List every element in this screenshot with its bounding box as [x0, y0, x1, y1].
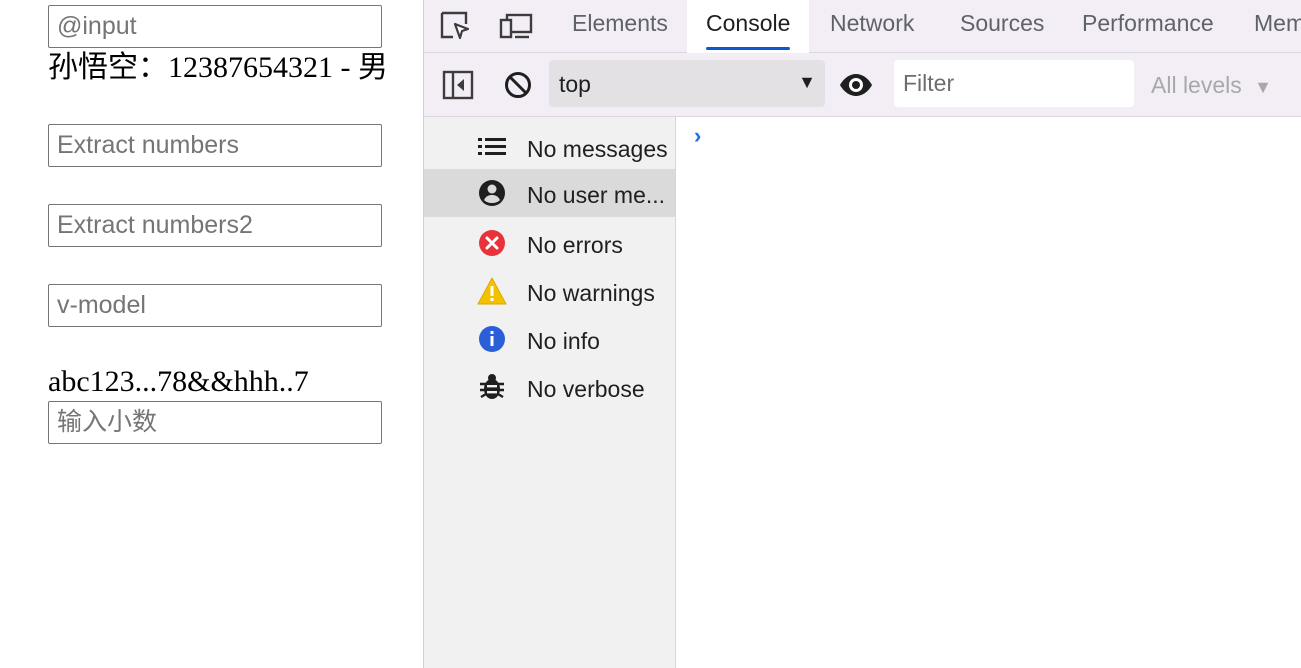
tab-network[interactable]: Network [830, 0, 914, 53]
sidebar-item-errors[interactable]: No errors [424, 219, 675, 267]
sidebar-item-warnings[interactable]: No warnings [424, 267, 675, 315]
sidebar-item-label: No verbose [527, 376, 645, 402]
user-info-text: 孙悟空：12387654321 - 男 [48, 51, 388, 84]
extract-numbers2-input[interactable] [48, 204, 382, 247]
filter-input[interactable] [894, 60, 1134, 107]
console-sidebar: No messages No user me... No errors No w… [424, 117, 676, 668]
console-prompt-icon[interactable]: › [694, 123, 701, 149]
console-toolbar: top ▼ All levels ▼ [424, 53, 1301, 117]
log-levels-label: All levels [1151, 72, 1242, 98]
tab-console[interactable]: Console [687, 0, 810, 53]
clear-console-icon[interactable] [500, 67, 536, 103]
devtools-tabbar: Elements Console Network Sources Perform… [424, 0, 1301, 53]
console-output[interactable]: › [677, 117, 1301, 668]
warning-icon [477, 276, 507, 306]
bug-icon [477, 372, 507, 402]
device-toolbar-icon[interactable] [498, 8, 534, 44]
extract-numbers-input[interactable] [48, 124, 382, 167]
sidebar-item-label: No messages [527, 136, 668, 162]
live-expression-eye-icon[interactable] [838, 67, 874, 103]
decimal-input[interactable] [48, 401, 382, 444]
sidebar-item-verbose[interactable]: No verbose [424, 363, 675, 411]
tab-elements[interactable]: Elements [572, 0, 668, 53]
sidebar-item-label: No warnings [527, 280, 655, 306]
tab-sources[interactable]: Sources [960, 0, 1044, 53]
v-model-input[interactable] [48, 284, 382, 327]
web-page: 孙悟空：12387654321 - 男 abc123...78&&hhh..7 [0, 0, 423, 668]
list-icon [477, 132, 507, 162]
log-levels-dropdown[interactable]: All levels ▼ [1151, 72, 1272, 99]
tab-memory[interactable]: Mem [1254, 0, 1301, 53]
tab-performance[interactable]: Performance [1082, 0, 1214, 53]
sidebar-item-messages[interactable]: No messages [424, 123, 675, 171]
sidebar-toggle-icon[interactable] [440, 67, 476, 103]
sidebar-item-label: No errors [527, 232, 623, 258]
user-icon [477, 178, 507, 208]
sidebar-item-label: No user me... [527, 182, 666, 208]
sidebar-item-user-messages[interactable]: No user me... [424, 169, 675, 217]
info-icon [477, 324, 507, 354]
devtools-panel: Elements Console Network Sources Perform… [423, 0, 1301, 668]
mixed-text: abc123...78&&hhh..7 [48, 365, 309, 398]
error-icon [477, 228, 507, 258]
chevron-down-icon: ▼ [1254, 77, 1272, 97]
context-value: top [559, 71, 591, 97]
sidebar-item-label: No info [527, 328, 600, 354]
inspect-element-icon[interactable] [437, 8, 473, 44]
context-select[interactable]: top ▼ [549, 60, 825, 107]
sidebar-item-info[interactable]: No info [424, 315, 675, 363]
at-input[interactable] [48, 5, 382, 48]
chevron-down-icon: ▼ [798, 72, 816, 92]
